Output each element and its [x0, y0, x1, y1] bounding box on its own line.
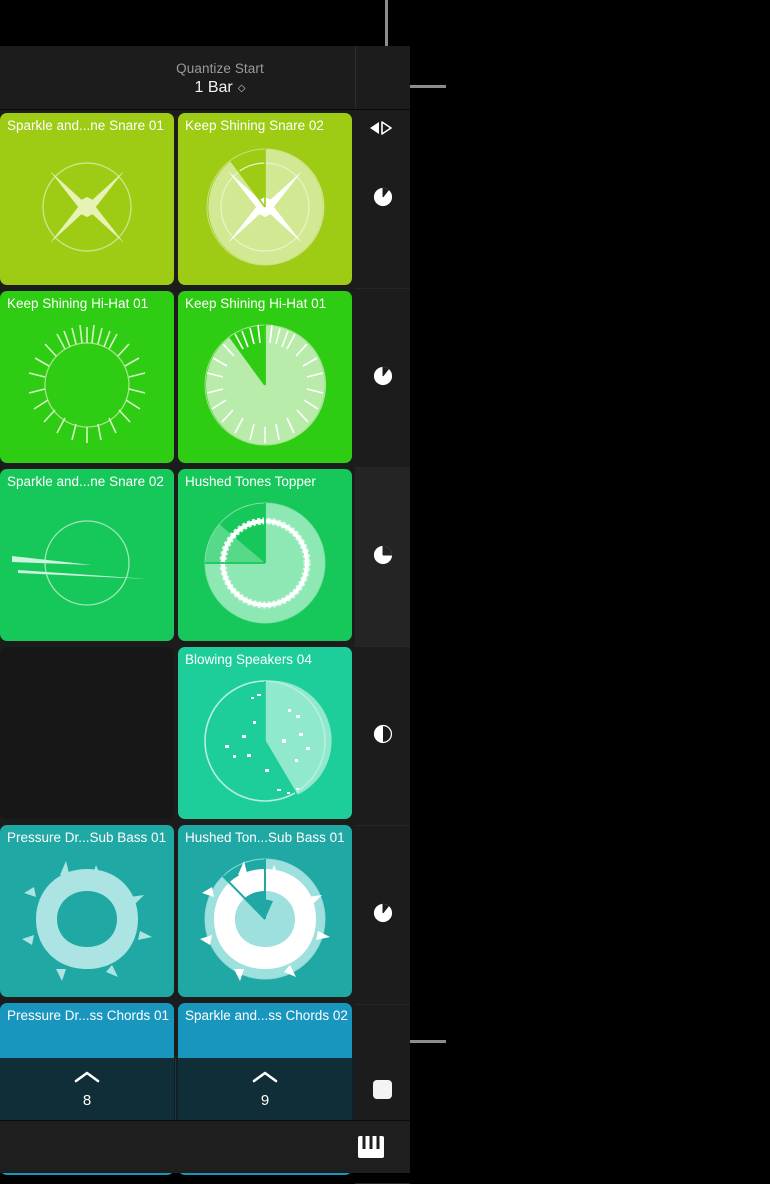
- cell-waveform: [12, 520, 148, 606]
- grid-row: Keep Shining Hi-Hat 01 Keep Shining Hi-H…: [0, 288, 355, 466]
- cell-waveform: [200, 858, 330, 981]
- grid-cell[interactable]: Hushed Tones Topper: [178, 469, 352, 641]
- pie-half-icon: [373, 724, 393, 749]
- cell-title: Blowing Speakers 04: [185, 652, 312, 667]
- scene-trigger-row[interactable]: [355, 468, 410, 647]
- track-stop-button[interactable]: 8: [0, 1058, 174, 1120]
- pie-eighth-icon: [373, 903, 393, 928]
- quantize-start-value: 1 Bar: [194, 79, 233, 96]
- stepper-diamond-icon[interactable]: ◇: [238, 84, 246, 94]
- cell-waveform: [206, 148, 325, 266]
- grid-cell[interactable]: Sparkle and...ne Snare 01: [0, 113, 174, 285]
- grid-cell[interactable]: Keep Shining Hi-Hat 01: [178, 291, 352, 463]
- scene-trigger-row[interactable]: [355, 110, 410, 289]
- stop-row-bar: 8 9: [0, 1058, 410, 1120]
- grid-row: Pressure Dr...Sub Bass 01 Hushed Ton...S…: [0, 822, 355, 1000]
- track-number: 9: [260, 1091, 270, 1109]
- grid-cell[interactable]: Sparkle and...ne Snare 02: [0, 469, 174, 641]
- cell-title: Sparkle and...ne Snare 02: [7, 474, 164, 489]
- cell-waveform: [204, 324, 327, 446]
- stop-square-icon: [373, 1079, 392, 1099]
- grid-row: Blowing Speakers 04: [0, 644, 355, 822]
- grid-cell[interactable]: Hushed Ton...Sub Bass 01: [178, 825, 352, 997]
- scene-trigger-column: [355, 110, 410, 1184]
- chevron-up-icon: [74, 1070, 100, 1088]
- chevron-up-icon: [252, 1070, 278, 1088]
- grid-row: Sparkle and...ne Snare 01 Keep Shining S…: [0, 110, 355, 288]
- callout-line-top: [385, 0, 388, 46]
- cell-title: Keep Shining Snare 02: [185, 118, 324, 133]
- pie-eighth-icon: [373, 187, 393, 212]
- cell-grid: Sparkle and...ne Snare 01 Keep Shining S…: [0, 110, 355, 1178]
- grid-cell[interactable]: Pressure Dr...Sub Bass 01: [0, 825, 174, 997]
- grid-row: Sparkle and...ne Snare 02 Hushed Tones T…: [0, 466, 355, 644]
- stop-all-button[interactable]: [355, 1058, 410, 1120]
- cell-title: Pressure Dr...ss Chords 01: [7, 1008, 170, 1023]
- cell-title: Pressure Dr...Sub Bass 01: [7, 830, 167, 845]
- cell-waveform: [42, 162, 132, 252]
- piano-keyboard-icon[interactable]: [358, 1136, 384, 1163]
- cell-waveform: [22, 861, 152, 981]
- track-stop-button[interactable]: 9: [178, 1058, 352, 1120]
- footer-bar: [0, 1120, 410, 1173]
- scene-trigger-row[interactable]: [355, 647, 410, 826]
- cell-title: Hushed Ton...Sub Bass 01: [185, 830, 345, 845]
- live-loops-screen: Quantize Start 1 Bar ◇ Sparkle and...ne …: [0, 0, 770, 1184]
- cell-title: Sparkle and...ne Snare 01: [7, 118, 164, 133]
- grid-cell-empty[interactable]: [0, 647, 174, 819]
- cell-title: Sparkle and...ss Chords 02: [185, 1008, 348, 1023]
- cell-waveform: [28, 324, 146, 443]
- header-divider: [355, 46, 356, 110]
- live-loops-panel: Quantize Start 1 Bar ◇ Sparkle and...ne …: [0, 46, 410, 1184]
- pie-eighth-icon: [373, 366, 393, 391]
- cell-waveform: [204, 502, 326, 624]
- pie-quarter-icon: [373, 545, 393, 570]
- track-number: 8: [82, 1091, 92, 1109]
- quantize-start-control[interactable]: Quantize Start 1 Bar ◇: [150, 60, 290, 98]
- cell-waveform: [204, 680, 332, 802]
- cell-title: Hushed Tones Topper: [185, 474, 316, 489]
- scene-trigger-row[interactable]: [355, 289, 410, 468]
- grid-cell[interactable]: Keep Shining Hi-Hat 01: [0, 291, 174, 463]
- scene-trigger-row[interactable]: [355, 826, 410, 1005]
- cell-title: Keep Shining Hi-Hat 01: [185, 296, 327, 311]
- grid-cell[interactable]: Keep Shining Snare 02: [178, 113, 352, 285]
- grid-cell[interactable]: Blowing Speakers 04: [178, 647, 352, 819]
- quantize-start-label: Quantize Start: [176, 61, 264, 76]
- stop-row-separator: [175, 1058, 176, 1120]
- cell-title: Keep Shining Hi-Hat 01: [7, 296, 149, 311]
- grid-header: Quantize Start 1 Bar ◇: [0, 46, 410, 110]
